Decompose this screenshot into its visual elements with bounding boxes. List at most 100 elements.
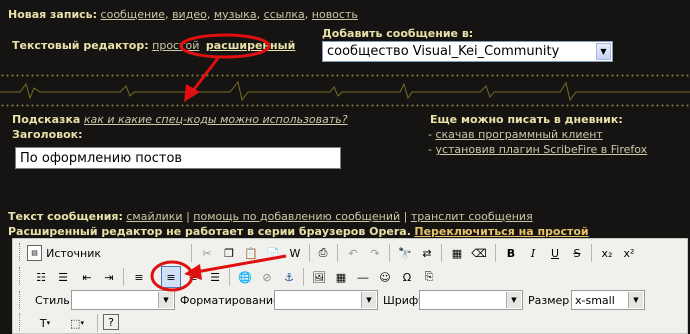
chevron-down-icon: ▼ [628,292,643,308]
undo-icon[interactable]: ↶ [343,242,363,264]
subscript-button[interactable]: x₂ [597,242,617,264]
format-select[interactable]: ▼ [274,290,378,310]
switch-to-simple-link[interactable]: Переключиться на простой [414,225,588,238]
title-input[interactable] [15,147,341,169]
more-ways-item-plugin: - установив плагин ScribeFire в Firefox [428,143,648,156]
message-label: Текст сообщения: [8,210,123,223]
new-post-link-link[interactable]: ссылка [264,8,305,21]
find-icon[interactable]: 🔭 [395,242,415,264]
help-posting-link[interactable]: помощь по добавлению сообщений [193,210,400,223]
toolbar-separator [229,268,230,286]
editor-simple-link[interactable]: простой [152,39,199,52]
strikethrough-button[interactable]: S [567,242,587,264]
message-row: Текст сообщения: смайлики | помощь по до… [8,210,533,223]
text-color-icon[interactable]: T ▾ [31,312,59,334]
cut-icon[interactable]: ✂ [197,242,217,264]
toolbar-separator [97,314,98,332]
add-to-selected-value: сообщество Visual_Kei_Community [327,44,560,59]
editor-mode-label: Текстовый редактор: [12,39,149,52]
numbered-list-icon[interactable]: ☷ [31,266,51,288]
rich-editor-toolbar: ▤ Источник ✂ ❐ 📋 📄 W ⎙ ↶ ↷ 🔭 ⇄ ▦ ⌫ B I U… [12,238,688,334]
source-icon: ▤ [27,245,43,261]
add-to-select[interactable]: сообщество Visual_Kei_Community ▼ [322,41,613,62]
new-post-link-music[interactable]: музыка [214,8,257,21]
new-post-link-message[interactable]: сообщение [101,8,166,21]
smileys-link[interactable]: смайлики [126,210,182,223]
special-char-icon[interactable]: Ω [397,266,417,288]
new-post-row: Новая запись: сообщение, видео, музыка, … [8,8,358,21]
italic-button[interactable]: I [523,242,543,264]
link-icon[interactable]: 🌐 [235,266,255,288]
source-button[interactable]: ▤ Источник [27,242,101,264]
title-label: Заголовок: [12,128,83,141]
client-download-link[interactable]: скачав программный клиент [435,128,602,141]
toolbar-grip [19,291,23,309]
help-button[interactable]: ? [103,314,119,330]
horizontal-rule-icon[interactable]: ― [353,266,373,288]
smiley-icon[interactable]: ☺ [375,266,395,288]
underline-button[interactable]: U [545,242,565,264]
size-value: x-small [575,294,615,307]
replace-icon[interactable]: ⇄ [417,242,437,264]
background-color-icon[interactable]: ⬚ ▾ [63,312,91,334]
print-icon[interactable]: ⎙ [313,242,333,264]
superscript-button[interactable]: x² [619,242,639,264]
toolbar-grip [19,243,23,261]
bulleted-list-icon[interactable]: ☰ [53,266,73,288]
style-select[interactable]: ▼ [71,290,175,310]
align-center-icon[interactable]: ≡ [161,266,181,288]
new-post-label: Новая запись: [8,8,98,21]
bold-button[interactable]: B [501,242,521,264]
editor-advanced-link[interactable]: расширенный [206,39,295,52]
align-right-icon[interactable]: ≡ [183,266,203,288]
opera-warning-text: Расширенный редактор не работает в серии… [8,225,411,238]
source-button-label: Источник [46,246,101,260]
opera-warning-row: Расширенный редактор не работает в серии… [8,225,589,238]
outdent-icon[interactable]: ⇤ [77,266,97,288]
toolbar-separator [123,268,124,286]
chevron-down-icon: ▼ [596,43,611,60]
remove-format-icon[interactable]: ⌫ [469,242,489,264]
align-justify-icon[interactable]: ☰ [205,266,225,288]
hint-link[interactable]: как и какие спец-коды можно использовать… [84,113,348,126]
align-left-icon[interactable]: ≡ [129,266,149,288]
toolbar-separator [441,244,442,262]
toolbar-separator [495,244,496,262]
paste-word-icon[interactable]: W [285,242,305,264]
anchor-icon[interactable]: ⚓ [279,266,299,288]
translit-link[interactable]: транслит сообщения [411,210,533,223]
table-icon[interactable]: ▦ [331,266,351,288]
page-break-icon[interactable]: ⎘ [419,266,439,288]
image-icon[interactable]: 🖼 [309,266,329,288]
paste-text-icon[interactable]: 📄 [263,242,283,264]
toolbar-grip [19,267,23,285]
indent-icon[interactable]: ⇥ [99,266,119,288]
font-select[interactable]: ▼ [419,290,523,310]
decorative-wave [0,80,690,102]
style-label: Стиль [35,294,70,307]
toolbar-grip [19,313,23,331]
redo-icon[interactable]: ↷ [365,242,385,264]
toolbar-separator [389,244,390,262]
toolbar-separator [337,244,338,262]
copy-icon[interactable]: ❐ [219,242,239,264]
paste-icon[interactable]: 📋 [241,242,261,264]
size-label: Размер [528,294,570,307]
chevron-down-icon: ▼ [506,292,521,308]
editor-mode-row: Текстовый редактор: простой расширенный [12,39,295,52]
toolbar-separator [191,244,192,262]
size-select[interactable]: x-small ▼ [571,290,645,310]
toolbar-separator [303,268,304,286]
new-post-link-news[interactable]: новость [312,8,358,21]
chevron-down-icon: ▼ [158,292,173,308]
toolbar-separator [309,244,310,262]
toolbar-separator [591,244,592,262]
new-post-link-video[interactable]: видео [172,8,207,21]
unlink-icon[interactable]: ⊘ [257,266,277,288]
more-ways-item-client: - скачав программный клиент [428,128,603,141]
hint-label: Подсказка [12,113,81,126]
select-all-icon[interactable]: ▦ [447,242,467,264]
scribefire-plugin-link[interactable]: установив плагин ScribeFire в Firefox [435,143,647,156]
add-to-label: Добавить сообщение в: [322,27,474,40]
hint-row: Подсказка как и какие спец-коды можно ис… [12,113,348,126]
